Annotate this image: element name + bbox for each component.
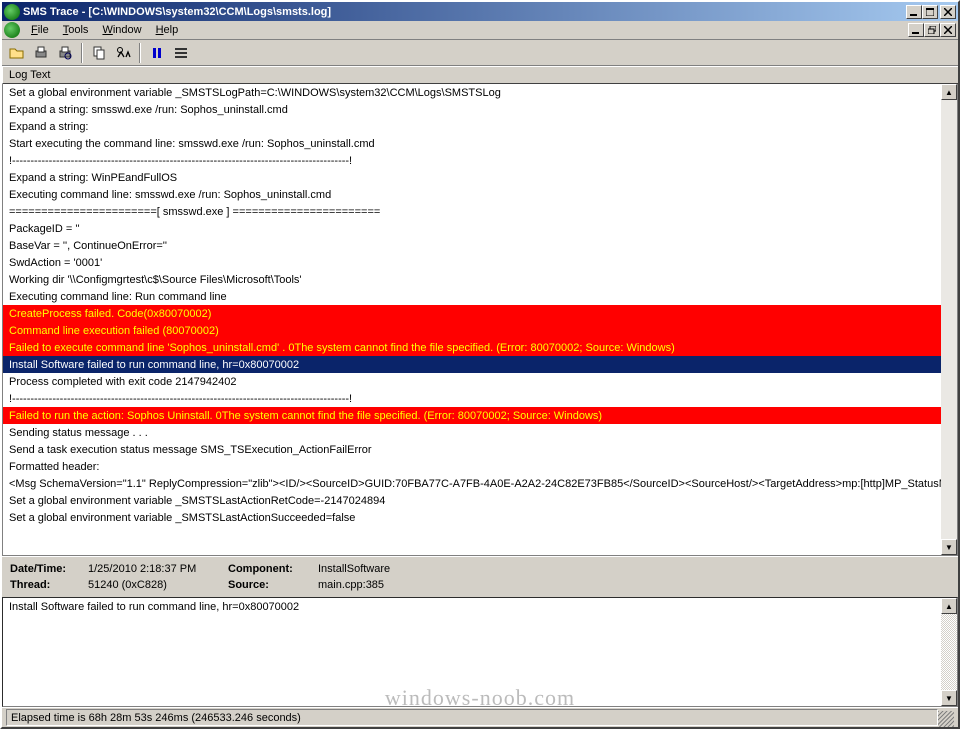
menu-window[interactable]: Window — [95, 22, 148, 38]
log-line[interactable]: BaseVar = '', ContinueOnError='' — [3, 237, 941, 254]
value-source: main.cpp:385 — [318, 577, 384, 593]
log-line[interactable]: =======================[ smsswd.exe ] ==… — [3, 203, 941, 220]
pause-button[interactable] — [146, 42, 168, 64]
label-datetime: Date/Time: — [10, 561, 88, 577]
log-line[interactable]: Executing command line: Run command line — [3, 288, 941, 305]
label-source: Source: — [228, 577, 318, 593]
log-line[interactable]: !---------------------------------------… — [3, 152, 941, 169]
status-elapsed: Elapsed time is 68h 28m 53s 246ms (24653… — [6, 709, 938, 726]
log-line[interactable]: Start executing the command line: smsswd… — [3, 135, 941, 152]
log-line[interactable]: Formatted header: — [3, 458, 941, 475]
window-title: SMS Trace - [C:\WINDOWS\system32\CCM\Log… — [23, 6, 906, 18]
scroll-up-button[interactable]: ▲ — [941, 84, 957, 100]
log-line[interactable]: Sending status message . . . — [3, 424, 941, 441]
log-line[interactable]: Process completed with exit code 2147942… — [3, 373, 941, 390]
mdi-document-icon[interactable] — [4, 22, 20, 38]
message-scrollbar[interactable]: ▲ ▼ — [941, 598, 957, 706]
log-line[interactable]: Failed to run the action: Sophos Uninsta… — [3, 407, 941, 424]
log-area: Set a global environment variable _SMSTS… — [2, 84, 958, 556]
log-line[interactable]: Expand a string: — [3, 118, 941, 135]
log-line[interactable]: <Msg SchemaVersion="1.1" ReplyCompressio… — [3, 475, 941, 492]
scroll-down-button[interactable]: ▼ — [941, 539, 957, 555]
resize-grip[interactable] — [938, 711, 954, 727]
open-button[interactable] — [6, 42, 28, 64]
log-line[interactable]: Expand a string: smsswd.exe /run: Sophos… — [3, 101, 941, 118]
main-window: SMS Trace - [C:\WINDOWS\system32\CCM\Log… — [0, 0, 960, 729]
log-line[interactable]: Command line execution failed (80070002) — [3, 322, 941, 339]
maximize-button[interactable] — [922, 5, 938, 19]
scroll-down-button[interactable]: ▼ — [941, 690, 957, 706]
close-button[interactable] — [940, 5, 956, 19]
toolbar-separator — [81, 43, 83, 63]
column-header-log-text[interactable]: Log Text — [2, 66, 958, 84]
toolbar-separator — [139, 43, 141, 63]
log-line[interactable]: Set a global environment variable _SMSTS… — [3, 84, 941, 101]
vertical-scrollbar[interactable]: ▲ ▼ — [941, 84, 957, 555]
titlebar[interactable]: SMS Trace - [C:\WINDOWS\system32\CCM\Log… — [2, 2, 958, 21]
log-line[interactable]: Install Software failed to run command l… — [3, 356, 941, 373]
print-button[interactable] — [30, 42, 52, 64]
log-line[interactable]: Executing command line: smsswd.exe /run:… — [3, 186, 941, 203]
value-datetime: 1/25/2010 2:18:37 PM — [88, 561, 228, 577]
message-pane: Install Software failed to run command l… — [2, 597, 958, 707]
mdi-minimize-button[interactable] — [908, 23, 924, 37]
statusbar: Elapsed time is 68h 28m 53s 246ms (24653… — [2, 707, 958, 727]
scroll-up-button[interactable]: ▲ — [941, 598, 957, 614]
scroll-track[interactable] — [941, 614, 957, 690]
value-component: InstallSoftware — [318, 561, 390, 577]
log-line[interactable]: Set a global environment variable _SMSTS… — [3, 509, 941, 526]
print-preview-button[interactable] — [54, 42, 76, 64]
log-line[interactable]: CreateProcess failed. Code(0x80070002) — [3, 305, 941, 322]
find-button[interactable] — [112, 42, 134, 64]
details-pane: Date/Time: 1/25/2010 2:18:37 PM Componen… — [2, 556, 958, 597]
log-line[interactable]: SwdAction = '0001' — [3, 254, 941, 271]
value-thread: 51240 (0xC828) — [88, 577, 228, 593]
label-component: Component: — [228, 561, 318, 577]
minimize-button[interactable] — [906, 5, 922, 19]
message-text[interactable]: Install Software failed to run command l… — [3, 598, 941, 706]
log-line[interactable]: PackageID = '' — [3, 220, 941, 237]
log-lines[interactable]: Set a global environment variable _SMSTS… — [3, 84, 941, 555]
app-icon — [4, 4, 20, 20]
log-line[interactable]: !---------------------------------------… — [3, 390, 941, 407]
toolbar — [2, 40, 958, 66]
log-line[interactable]: Working dir '\\Configmgrtest\c$\Source F… — [3, 271, 941, 288]
list-view-button[interactable] — [170, 42, 192, 64]
scroll-track[interactable] — [941, 100, 957, 539]
mdi-close-button[interactable] — [940, 23, 956, 37]
menu-tools[interactable]: Tools — [56, 22, 96, 38]
menu-help[interactable]: Help — [149, 22, 186, 38]
menubar: File Tools Window Help — [2, 21, 958, 40]
log-line[interactable]: Expand a string: WinPEandFullOS — [3, 169, 941, 186]
log-line[interactable]: Failed to execute command line 'Sophos_u… — [3, 339, 941, 356]
menu-file[interactable]: File — [24, 22, 56, 38]
mdi-restore-button[interactable] — [924, 23, 940, 37]
log-line[interactable]: Set a global environment variable _SMSTS… — [3, 492, 941, 509]
log-line[interactable]: Send a task execution status message SMS… — [3, 441, 941, 458]
copy-button[interactable] — [88, 42, 110, 64]
label-thread: Thread: — [10, 577, 88, 593]
